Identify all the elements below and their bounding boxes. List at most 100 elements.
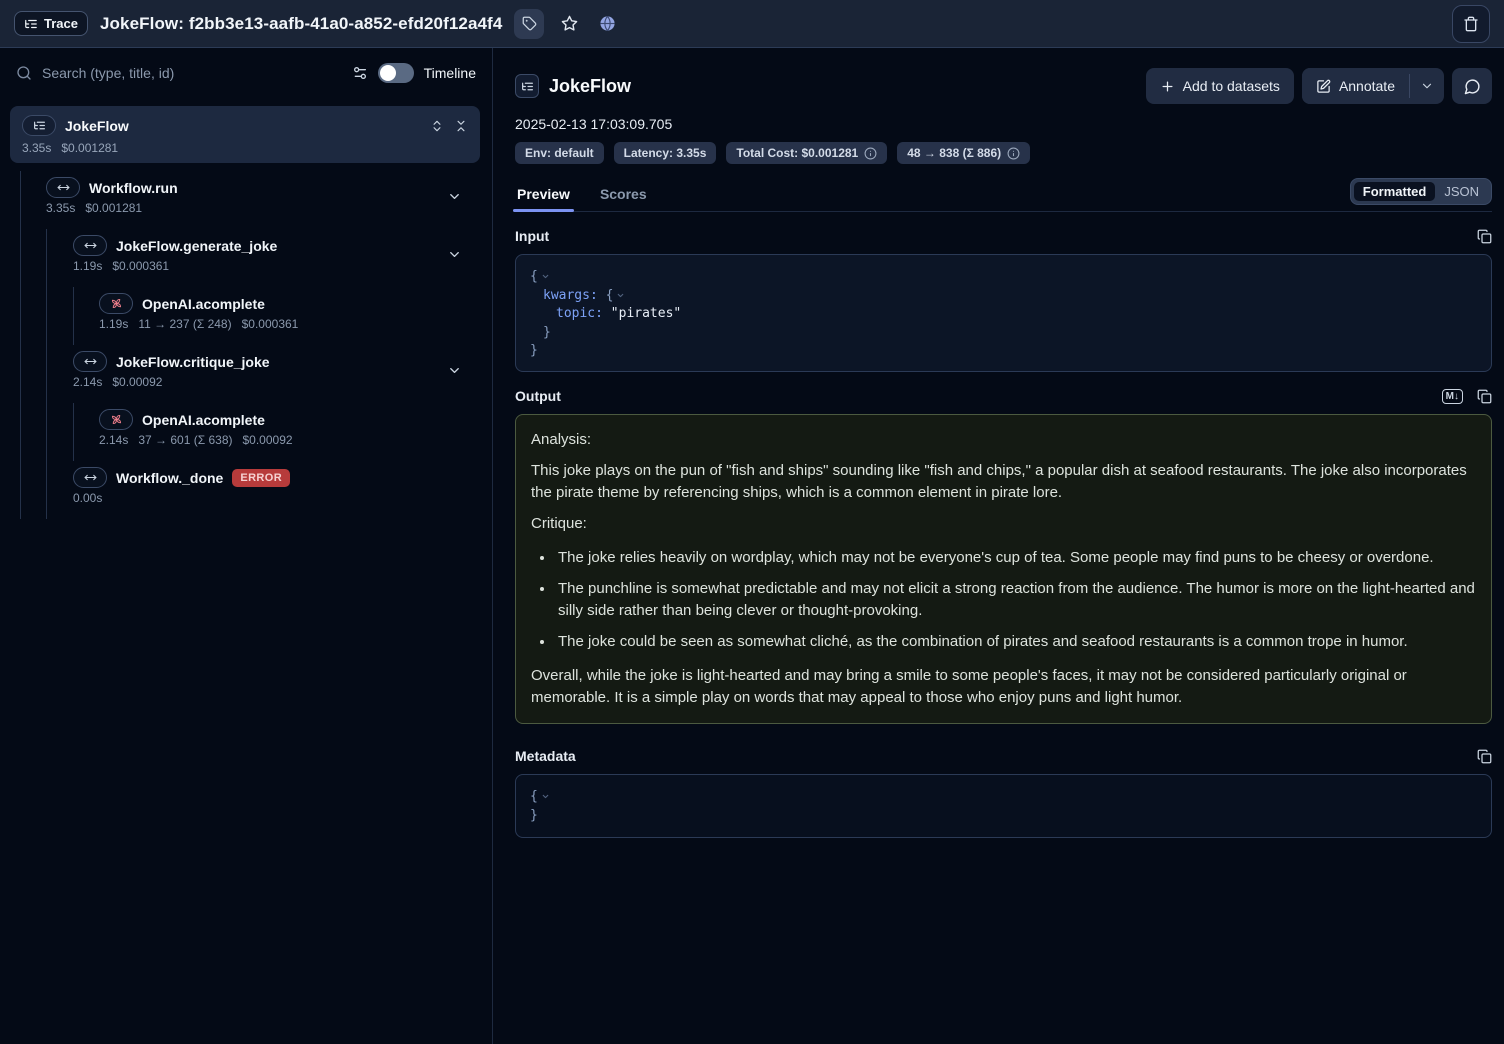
- error-status-badge: ERROR: [232, 469, 290, 487]
- fold-chevron-icon[interactable]: [541, 272, 550, 281]
- json-key: kwargs:: [543, 288, 598, 303]
- input-label: Input: [515, 228, 549, 244]
- json-token: }: [530, 343, 538, 358]
- tree-node-jokeflow-root[interactable]: JokeFlow 3.35s $0.001281: [10, 106, 480, 163]
- format-toggle-formatted[interactable]: Formatted: [1354, 182, 1436, 201]
- annotate-button[interactable]: Annotate: [1302, 68, 1409, 104]
- trace-detail-panel: JokeFlow Add to datasets Annota: [493, 48, 1504, 1044]
- output-markdown-viewer: Analysis: This joke plays on the pun of …: [515, 414, 1492, 724]
- expand-all-icon[interactable]: [430, 119, 444, 133]
- comments-button[interactable]: [1452, 68, 1492, 104]
- annotate-button-group: Annotate: [1302, 68, 1444, 104]
- filter-settings-icon[interactable]: [352, 65, 368, 81]
- collapse-all-icon[interactable]: [454, 119, 468, 133]
- json-token: {: [530, 269, 538, 284]
- chevron-down-icon[interactable]: [447, 189, 462, 204]
- json-token: {: [606, 288, 614, 303]
- format-toggle: Formatted JSON: [1350, 178, 1492, 205]
- output-analysis-body: This joke plays on the pun of "fish and …: [531, 460, 1476, 504]
- fan-generation-icon: [110, 297, 123, 310]
- timeline-toggle[interactable]: [378, 63, 414, 83]
- star-icon: [561, 15, 578, 32]
- node-cost: $0.000361: [112, 259, 169, 273]
- json-token: }: [543, 325, 551, 340]
- tree-node-label: OpenAI.acomplete: [142, 296, 265, 312]
- span-pill-badge: [73, 351, 107, 372]
- delete-trace-button[interactable]: [1452, 5, 1490, 43]
- trace-type-badge: Trace: [14, 11, 88, 36]
- annotate-dropdown-button[interactable]: [1410, 68, 1444, 104]
- output-label: Output: [515, 388, 561, 404]
- fan-generation-icon: [110, 413, 123, 426]
- metadata-section-header: Metadata: [515, 748, 1492, 764]
- json-token: {: [530, 789, 538, 804]
- span-pill-badge: [46, 177, 80, 198]
- markdown-toggle-button[interactable]: M↓: [1442, 389, 1463, 404]
- tab-scores[interactable]: Scores: [598, 182, 649, 211]
- chevron-down-icon[interactable]: [447, 247, 462, 262]
- tab-preview[interactable]: Preview: [515, 182, 572, 211]
- tags-button[interactable]: [514, 9, 544, 39]
- span-pill-badge: [73, 235, 107, 256]
- pencil-square-icon: [1316, 79, 1331, 94]
- top-bar: Trace JokeFlow: f2bb3e13-aafb-41a0-a852-…: [0, 0, 1504, 48]
- tree-node-critique-joke[interactable]: JokeFlow.critique_joke 2.14s $0.00092: [0, 345, 492, 403]
- public-visibility-button[interactable]: [594, 11, 620, 37]
- node-cost: $0.000361: [242, 317, 299, 331]
- node-latency: 1.19s: [73, 259, 102, 273]
- total-cost-chip: Total Cost: $0.001281: [726, 142, 887, 164]
- tree-node-openai-acomplete-1[interactable]: OpenAI.acomplete 1.19s 11 → 237 (Σ 248) …: [0, 287, 492, 345]
- span-pill-badge: [73, 467, 107, 488]
- annotate-label: Annotate: [1339, 78, 1395, 94]
- generation-pill-badge: [99, 293, 133, 314]
- arrows-left-right-icon: [84, 471, 97, 484]
- trace-detail-page: Trace JokeFlow: f2bb3e13-aafb-41a0-a852-…: [0, 0, 1504, 1044]
- node-cost: $0.00092: [243, 433, 293, 447]
- node-cost: $0.001281: [61, 141, 118, 155]
- copy-input-button[interactable]: [1477, 229, 1492, 244]
- search-icon: [16, 65, 32, 81]
- metadata-json-viewer: { }: [515, 774, 1492, 838]
- json-key: topic:: [556, 306, 603, 321]
- trace-badge-label: Trace: [44, 16, 78, 31]
- node-latency: 0.00s: [73, 491, 102, 505]
- token-usage-chip: 48 → 838 (Σ 886): [897, 142, 1030, 164]
- fold-chevron-icon[interactable]: [541, 792, 550, 801]
- output-critique-list: The joke relies heavily on wordplay, whi…: [531, 547, 1476, 653]
- search-input[interactable]: [42, 65, 342, 81]
- tree-node-generate-joke[interactable]: JokeFlow.generate_joke 1.19s $0.000361: [0, 229, 492, 287]
- info-icon[interactable]: [1007, 147, 1020, 160]
- chevron-down-icon: [1420, 79, 1434, 93]
- node-latency: 2.14s: [73, 375, 102, 389]
- plus-icon: [1160, 79, 1175, 94]
- info-icon[interactable]: [864, 147, 877, 160]
- output-critique-heading: Critique:: [531, 513, 1476, 535]
- node-cost: $0.00092: [112, 375, 162, 389]
- chevron-down-icon[interactable]: [447, 363, 462, 378]
- tree-node-workflow-done[interactable]: Workflow._done ERROR 0.00s: [0, 461, 492, 519]
- arrows-left-right-icon: [57, 181, 70, 194]
- tree-node-label: JokeFlow.critique_joke: [116, 354, 270, 370]
- trace-timestamp: 2025-02-13 17:03:09.705: [515, 116, 1492, 132]
- critique-bullet: The punchline is somewhat predictable an…: [555, 578, 1476, 622]
- add-to-datasets-button[interactable]: Add to datasets: [1146, 68, 1294, 104]
- env-chip: Env: default: [515, 142, 604, 164]
- copy-metadata-button[interactable]: [1477, 749, 1492, 764]
- trash-icon: [1463, 16, 1479, 32]
- node-tokens: 37 → 601 (Σ 638): [138, 433, 232, 447]
- node-latency: 3.35s: [22, 141, 51, 155]
- list-tree-icon: [24, 17, 38, 31]
- tree-node-openai-acomplete-2[interactable]: OpenAI.acomplete 2.14s 37 → 601 (Σ 638) …: [0, 403, 492, 461]
- bookmark-star-button[interactable]: [556, 11, 582, 37]
- toggle-knob: [380, 65, 396, 81]
- output-conclusion: Overall, while the joke is light-hearted…: [531, 665, 1476, 709]
- copy-output-button[interactable]: [1477, 389, 1492, 404]
- json-string-value: "pirates": [611, 306, 681, 321]
- detail-tabs: Preview Scores Formatted JSON: [515, 178, 1492, 212]
- format-toggle-json[interactable]: JSON: [1435, 182, 1488, 201]
- tree-node-workflow-run[interactable]: Workflow.run 3.35s $0.001281: [0, 171, 492, 229]
- tree-node-label: Workflow.run: [89, 180, 178, 196]
- fold-chevron-icon[interactable]: [616, 291, 625, 300]
- metrics-chip-row: Env: default Latency: 3.35s Total Cost: …: [515, 142, 1492, 164]
- output-section-header: Output M↓: [515, 388, 1492, 404]
